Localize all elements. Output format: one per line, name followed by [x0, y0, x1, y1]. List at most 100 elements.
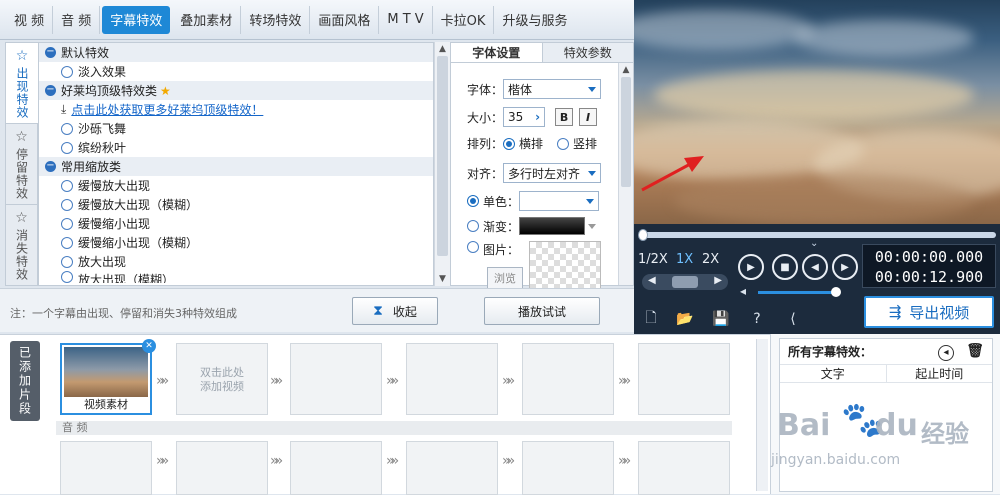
tab-upgrade[interactable]: 升级与服务 [494, 6, 575, 34]
radio-vertical[interactable] [557, 137, 570, 150]
bold-button[interactable]: B [555, 108, 574, 126]
size-input[interactable]: 35 › [503, 107, 546, 127]
trash-icon[interactable]: 🗑 [966, 343, 984, 359]
more-effects-link[interactable]: 点击此处获取更多好莱坞顶级特效！ [71, 101, 263, 118]
radio-button[interactable] [61, 271, 73, 283]
progress-handle[interactable] [638, 229, 648, 241]
tab-mtv[interactable]: M T V [379, 5, 433, 34]
empty-slot[interactable] [638, 343, 730, 415]
radio-button[interactable] [61, 236, 73, 249]
radio-button[interactable] [61, 179, 73, 192]
list-item[interactable]: 缓慢放大出现（模糊） [39, 195, 433, 214]
star-icon: ☆ [15, 210, 28, 226]
prev-frame-button[interactable]: ◀ [802, 254, 828, 280]
list-item[interactable]: 缤纷秋叶 [39, 138, 433, 157]
tab-video[interactable]: 视 频 [6, 5, 54, 34]
scroll-up-icon[interactable]: ▲ [435, 42, 450, 56]
close-icon[interactable]: ✕ [142, 339, 156, 353]
next-frame-button[interactable]: ▶ [832, 254, 858, 280]
export-video-button[interactable]: ⇶ 导出视频 [864, 296, 994, 328]
stop-button[interactable]: ■ [772, 254, 798, 280]
radio-button[interactable] [61, 198, 73, 211]
scroll-down-icon[interactable]: ▼ [435, 272, 450, 286]
audio-slot[interactable] [522, 441, 614, 495]
font-select[interactable]: 楷体 [503, 79, 602, 99]
effects-scrollbar[interactable]: ▲ ▼ [434, 42, 450, 286]
empty-slot[interactable] [406, 343, 498, 415]
tab-effect-params[interactable]: 特效参数 [543, 43, 634, 62]
volume-icon[interactable]: ◂ [740, 284, 746, 298]
radio-button[interactable] [61, 122, 73, 135]
single-color-select[interactable] [519, 191, 600, 211]
list-item[interactable]: 缓慢放大出现 [39, 176, 433, 195]
play-button[interactable]: ▶ [738, 254, 764, 280]
category-hollywood[interactable]: − 好莱坞顶级特效类 ★ [39, 81, 433, 100]
side-tab-disappear[interactable]: ☆ 消失特效 [5, 204, 38, 286]
category-zoom[interactable]: − 常用缩放类 [39, 157, 433, 176]
speed-slider[interactable]: ◀ ▶ [642, 274, 728, 290]
side-tab-appear[interactable]: ☆ 出现特效 [5, 42, 38, 123]
scroll-up-icon[interactable]: ▲ [619, 63, 633, 77]
radio-button[interactable] [61, 217, 73, 230]
empty-slot[interactable] [522, 343, 614, 415]
volume-slider[interactable] [758, 287, 841, 297]
clips-scrollbar[interactable] [756, 339, 768, 491]
share-icon[interactable]: ⟨ [784, 310, 802, 328]
radio-horizontal[interactable] [503, 137, 516, 150]
list-item[interactable]: 缓慢缩小出现 [39, 214, 433, 233]
radio-gradient[interactable] [467, 220, 479, 232]
added-clips-label: 已添加片段 [10, 341, 40, 421]
tab-audio[interactable]: 音 频 [53, 5, 101, 34]
italic-button[interactable]: I [579, 108, 598, 126]
tab-style[interactable]: 画面风格 [310, 5, 380, 34]
speed-1x[interactable]: 1X [676, 252, 693, 267]
speed-2x[interactable]: 2X [702, 252, 719, 267]
back-icon[interactable]: ◂ [938, 344, 955, 361]
radio-image[interactable] [467, 241, 479, 253]
collapse-button[interactable]: ⧗ 收起 [352, 297, 438, 325]
browse-button[interactable]: 浏览 [487, 267, 523, 289]
list-item[interactable]: 放大出现（模糊） [39, 271, 433, 283]
settings-scrollbar[interactable]: ▲ [618, 63, 633, 285]
tab-karaoke[interactable]: 卡拉OK [433, 5, 495, 34]
radio-button[interactable] [61, 255, 73, 268]
align-select[interactable]: 多行时左对齐 [503, 163, 602, 183]
add-video-slot[interactable]: 双击此处 添加视频 [176, 343, 268, 415]
list-item[interactable]: 缓慢缩小出现（模糊） [39, 233, 433, 252]
save-icon[interactable]: 💾 [712, 310, 730, 328]
tab-subtitle-effects[interactable]: 字幕特效 [102, 5, 171, 34]
audio-slot[interactable] [60, 441, 152, 495]
radio-button[interactable] [61, 65, 73, 78]
speed-half[interactable]: 1/2X [638, 252, 668, 267]
list-item[interactable]: 淡入效果 [39, 62, 433, 81]
chevron-down-icon[interactable] [588, 223, 597, 229]
stop-icon: ■ [780, 261, 790, 273]
audio-slot[interactable] [176, 441, 268, 495]
help-icon[interactable]: ? [748, 310, 766, 328]
scroll-thumb[interactable] [437, 56, 448, 256]
empty-slot[interactable] [290, 343, 382, 415]
new-project-icon[interactable]: 🗋 [642, 310, 660, 328]
scroll-thumb[interactable] [621, 77, 631, 187]
effects-footer: 注：一个字幕由出现、停留和消失3种特效组成 ⧗ 收起 播放试试 [0, 288, 634, 332]
side-tab-stay[interactable]: ☆ 停留特效 [5, 123, 38, 204]
tab-overlay[interactable]: 叠加素材 [172, 5, 242, 34]
radio-button[interactable] [61, 141, 73, 154]
radio-single-color[interactable] [467, 195, 479, 207]
category-default[interactable]: − 默认特效 [39, 43, 433, 62]
gradient-swatch[interactable] [519, 217, 586, 235]
list-item[interactable]: 放大出现 [39, 252, 433, 271]
speed-slider-thumb[interactable] [672, 276, 698, 288]
tab-transition[interactable]: 转场特效 [241, 5, 311, 34]
audio-slot[interactable] [290, 441, 382, 495]
list-item[interactable]: 沙砾飞舞 [39, 119, 433, 138]
volume-handle[interactable] [831, 287, 841, 297]
clip-video-1[interactable]: 视频素材 ✕ [60, 339, 156, 415]
more-effects-link-row[interactable]: ⤓ 点击此处获取更多好莱坞顶级特效！ [39, 100, 433, 119]
try-play-button[interactable]: 播放试试 [484, 297, 600, 325]
audio-slot[interactable] [406, 441, 498, 495]
tab-font-settings[interactable]: 字体设置 [451, 43, 543, 62]
audio-slot[interactable] [638, 441, 730, 495]
open-folder-icon[interactable]: 📂 [676, 310, 694, 328]
chevron-down-icon[interactable]: ⌄ [810, 238, 818, 249]
